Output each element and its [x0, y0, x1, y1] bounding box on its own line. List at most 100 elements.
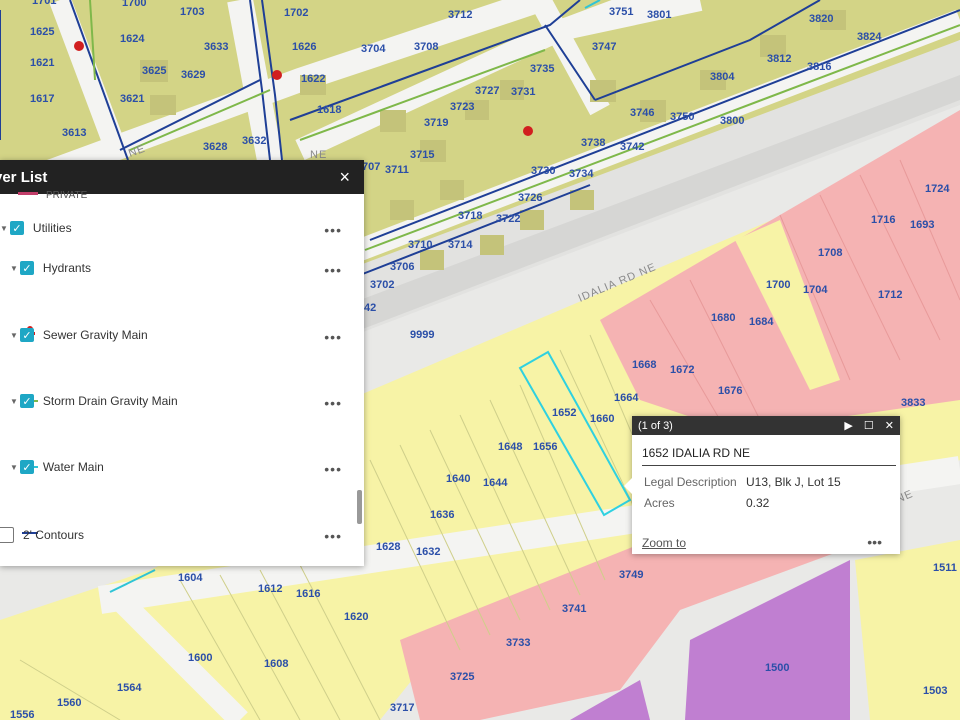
parcel-label: 1616 [296, 588, 320, 600]
parcel-label: 3613 [62, 127, 86, 139]
parcel-label: 1626 [292, 41, 316, 53]
parcel-label: 1622 [301, 73, 325, 85]
chevron-down-icon[interactable]: ▼ [10, 264, 18, 273]
parcel-label: 1640 [446, 473, 470, 485]
parcel-label: 1652 [552, 407, 576, 419]
chevron-down-icon[interactable]: ▼ [10, 331, 18, 340]
more-options-icon[interactable]: ••• [324, 262, 342, 278]
attribute-value: U13, Blk J, Lot 15 [746, 475, 841, 489]
layer-label: Storm Drain Gravity Main [42, 394, 178, 408]
checkbox-utilities[interactable]: ✓ [9, 221, 24, 235]
parcel-label: 1556 [10, 709, 34, 720]
parcel-label: 3715 [410, 149, 434, 161]
parcel-label: 3706 [390, 261, 414, 273]
layer-label: Water Main [42, 460, 104, 474]
more-options-icon[interactable]: ••• [324, 528, 342, 544]
parcel-label: 3733 [506, 637, 530, 649]
more-options-icon[interactable]: ••• [324, 461, 342, 477]
parcel-label: 1701 [32, 0, 56, 7]
attribute-key: Acres [644, 496, 675, 510]
more-options-icon[interactable]: ••• [867, 534, 882, 550]
parcel-label: 3625 [142, 65, 166, 77]
parcel-label: 1724 [925, 183, 950, 195]
parcel-label: 1560 [57, 697, 81, 709]
parcel-label: 1704 [803, 284, 828, 296]
checkbox-water-main[interactable]: ✓ [19, 460, 34, 474]
parcel-label: 3717 [390, 702, 414, 714]
parcel-label: 3727 [475, 85, 499, 97]
parcel-label: 3704 [361, 43, 386, 55]
chevron-down-icon[interactable]: ▼ [10, 463, 18, 472]
parcel-label: 3719 [424, 117, 448, 129]
parcel-label: 3714 [448, 239, 473, 251]
close-icon[interactable]: × [339, 167, 350, 188]
next-icon[interactable]: ▶ [844, 420, 852, 432]
parcel-label: 3738 [581, 137, 605, 149]
parcel-label: 1700 [766, 279, 790, 291]
attribute-value: 0.32 [746, 496, 770, 510]
parcel-label: 1632 [416, 546, 440, 558]
parcel-label: 3718 [458, 210, 482, 222]
parcel-label: 9999 [410, 329, 434, 341]
close-icon[interactable]: ✕ [885, 420, 894, 432]
parcel-label: 1676 [718, 385, 742, 397]
layer-label: Sewer Gravity Main [42, 328, 148, 342]
popup-counter: (1 of 3) [638, 419, 673, 432]
layer-row-storm-drain[interactable]: ▼ ✓ Storm Drain Gravity Main [10, 394, 178, 408]
parcel-label: 1668 [632, 359, 656, 371]
parcel-label: 1564 [117, 682, 142, 694]
parcel-label: 3711 [385, 164, 409, 176]
parcel-label: 1624 [120, 33, 145, 45]
layer-row-sewer-gravity-main[interactable]: ▼ ✓ Sewer Gravity Main [10, 328, 148, 342]
scrollbar[interactable] [357, 490, 362, 524]
parcel-label: 3633 [204, 41, 228, 53]
checkbox-contours[interactable] [0, 527, 14, 543]
layer-row-utilities[interactable]: ▼ ✓ Utilities [0, 221, 72, 235]
popup-pointer [624, 478, 632, 494]
checkbox-sewer[interactable]: ✓ [19, 328, 34, 342]
parcel-label: 1618 [317, 104, 341, 116]
checkbox-hydrants[interactable]: ✓ [19, 261, 34, 275]
layer-row-hydrants[interactable]: ▼ ✓ Hydrants [10, 261, 91, 275]
parcel-label: 3628 [203, 141, 227, 153]
parcel-label: 1621 [30, 57, 54, 69]
parcel-label: 1511 [933, 562, 957, 574]
maximize-icon[interactable]: ☐ [864, 420, 874, 432]
parcel-label: 3801 [647, 9, 671, 21]
more-options-icon[interactable]: ••• [324, 222, 342, 238]
parcel-label: 1702 [284, 7, 308, 19]
divider [642, 465, 896, 466]
zoom-to-link[interactable]: Zoom to [642, 536, 686, 550]
parcel-label: 3824 [857, 31, 882, 43]
layer-row-contours[interactable]: 2' Contours [0, 527, 84, 543]
feature-popup: (1 of 3) ▶ ☐ ✕ 1652 IDALIA RD NE Legal D… [624, 416, 900, 554]
parcel-label: 3746 [630, 107, 654, 119]
parcel-label: 3730 [531, 165, 555, 177]
chevron-down-icon[interactable]: ▼ [10, 397, 18, 406]
layer-label: Hydrants [42, 261, 91, 275]
parcel-label: 1608 [264, 658, 288, 670]
parcel-label: 3710 [408, 239, 432, 251]
parcel-label: 3833 [901, 397, 925, 409]
parcel-label: 707 [362, 161, 380, 173]
parcel-label: 1600 [188, 652, 212, 664]
parcel-label: 42 [364, 302, 376, 314]
layer-label: 2' Contours [23, 528, 84, 542]
parcel-label: 3742 [620, 141, 644, 153]
parcel-label: 1500 [765, 662, 789, 674]
parcel-label: 3731 [511, 86, 535, 98]
parcel-label: 3735 [530, 63, 554, 75]
checkbox-storm-drain[interactable]: ✓ [19, 394, 34, 408]
parcel-label: 3708 [414, 41, 438, 53]
more-options-icon[interactable]: ••• [324, 329, 342, 345]
attribute-key: Legal Description [644, 475, 737, 489]
parcel-label: 1625 [30, 26, 54, 38]
parcel-label: 1712 [878, 289, 902, 301]
legend-label-private: PRIVATE [46, 190, 88, 201]
more-options-icon[interactable]: ••• [324, 395, 342, 411]
layer-row-water-main[interactable]: ▼ ✓ Water Main [10, 460, 104, 474]
parcel-label: 3741 [562, 603, 586, 615]
chevron-down-icon[interactable]: ▼ [0, 224, 8, 233]
parcel-label: 1628 [376, 541, 400, 553]
popup-title: 1652 IDALIA RD NE [642, 446, 751, 460]
